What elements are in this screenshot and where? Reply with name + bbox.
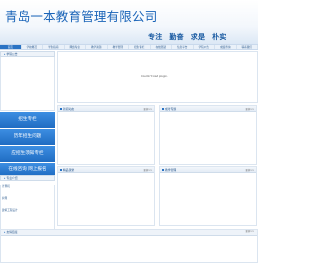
plugin-error-text: Couldn't load plugin. bbox=[141, 75, 168, 78]
plugin-area: Couldn't load plugin. bbox=[57, 51, 258, 103]
news-box-title: 新闻动态 bbox=[63, 106, 75, 111]
square-bullet-icon bbox=[162, 107, 164, 110]
courses-box-header: 精品课堂 更多>> bbox=[58, 167, 154, 173]
admissions-button[interactable]: 招生专栏 bbox=[0, 112, 55, 128]
courses-box: 精品课堂 更多>> bbox=[57, 166, 155, 226]
management-box-header: 教学管理 更多>> bbox=[160, 167, 256, 173]
nav-item-score-query[interactable]: 成绩查询 bbox=[215, 45, 237, 49]
news-box-header: 新闻动态 更多>> bbox=[58, 106, 154, 112]
announcements-panel-title: 学院公告 bbox=[6, 52, 18, 56]
quick-links: 招生专栏 历年招生问题 应招生须知专栏 在线咨询 网上报名 bbox=[0, 112, 55, 177]
majors-zone: ▸专业介绍 计算机 护理 建筑工程设计 bbox=[0, 175, 55, 235]
slogan-word: 朴实 bbox=[212, 33, 227, 41]
majors-zone-title: 专业介绍 bbox=[6, 176, 18, 180]
major-link-architecture[interactable]: 建筑工程设计 bbox=[2, 209, 54, 212]
slogan-word: 专注 bbox=[148, 33, 163, 41]
site-title: 青岛一本教育管理有限公司 bbox=[5, 9, 158, 24]
management-box: 教学管理 更多>> bbox=[159, 166, 257, 226]
exam-more-link[interactable]: 更多>> bbox=[246, 107, 254, 111]
nav-item-announcements[interactable]: 学院公告 bbox=[194, 45, 215, 49]
nav-item-online-majors[interactable]: 网络专业 bbox=[65, 45, 86, 49]
major-link-nursing[interactable]: 护理 bbox=[2, 197, 54, 200]
management-box-title: 教学管理 bbox=[165, 167, 177, 172]
site-header: 青岛一本教育管理有限公司 专注 勤奋 求是 朴实 bbox=[0, 0, 258, 44]
nav-item-home[interactable]: 首页 bbox=[0, 45, 22, 49]
main-nav: 首页 学校概况 学生指南 网络专业 教学资源 教学管理 招生专栏 在线答疑 信息… bbox=[0, 44, 258, 50]
nav-item-online-qa[interactable]: 在线答疑 bbox=[151, 45, 172, 49]
nav-item-admissions[interactable]: 招生专栏 bbox=[129, 45, 151, 49]
slogan-word: 求是 bbox=[190, 33, 206, 41]
slogan: 专注 勤奋 求是 朴实 bbox=[148, 32, 231, 42]
nav-item-student-guide[interactable]: 学生指南 bbox=[43, 45, 65, 49]
left-column: ▸学院公告 bbox=[0, 51, 55, 111]
exam-box: 成考专题 更多>> bbox=[159, 105, 257, 165]
news-box: 新闻动态 更多>> bbox=[57, 105, 155, 165]
square-bullet-icon bbox=[60, 168, 62, 171]
majors-zone-body: 计算机 护理 建筑工程设计 bbox=[0, 185, 55, 235]
exam-box-title: 成考专题 bbox=[165, 106, 177, 111]
friend-links-header: ▸友情链接 更多>> bbox=[1, 230, 257, 236]
friend-links-panel: ▸友情链接 更多>> bbox=[0, 229, 258, 263]
major-link-computer[interactable]: 计算机 bbox=[2, 185, 54, 188]
nav-item-teaching-management[interactable]: 教学管理 bbox=[108, 45, 129, 49]
nav-item-teaching-resources[interactable]: 教学资源 bbox=[86, 45, 108, 49]
majors-zone-header: ▸专业介绍 bbox=[0, 175, 55, 181]
square-bullet-icon bbox=[60, 107, 62, 110]
management-more-link[interactable]: 更多>> bbox=[246, 168, 254, 172]
past-admissions-questions-button[interactable]: 历年招生问题 bbox=[0, 129, 55, 145]
friend-links-more-link[interactable]: 更多>> bbox=[246, 230, 254, 235]
slogan-word: 勤奋 bbox=[169, 33, 184, 41]
news-more-link[interactable]: 更多>> bbox=[144, 107, 152, 111]
nav-item-contact-us[interactable]: 联系我们 bbox=[237, 45, 258, 49]
courses-more-link[interactable]: 更多>> bbox=[144, 168, 152, 172]
nav-item-info-platform[interactable]: 信息平台 bbox=[172, 45, 194, 49]
exam-box-header: 成考专题 更多>> bbox=[160, 106, 256, 112]
announcements-panel-body bbox=[0, 57, 55, 111]
square-bullet-icon bbox=[162, 168, 164, 171]
friend-links-title: 友情链接 bbox=[6, 230, 18, 234]
courses-box-title: 精品课堂 bbox=[63, 167, 75, 172]
nav-item-school-overview[interactable]: 学校概况 bbox=[22, 45, 43, 49]
admissions-notice-button[interactable]: 应招生须知专栏 bbox=[0, 146, 55, 162]
